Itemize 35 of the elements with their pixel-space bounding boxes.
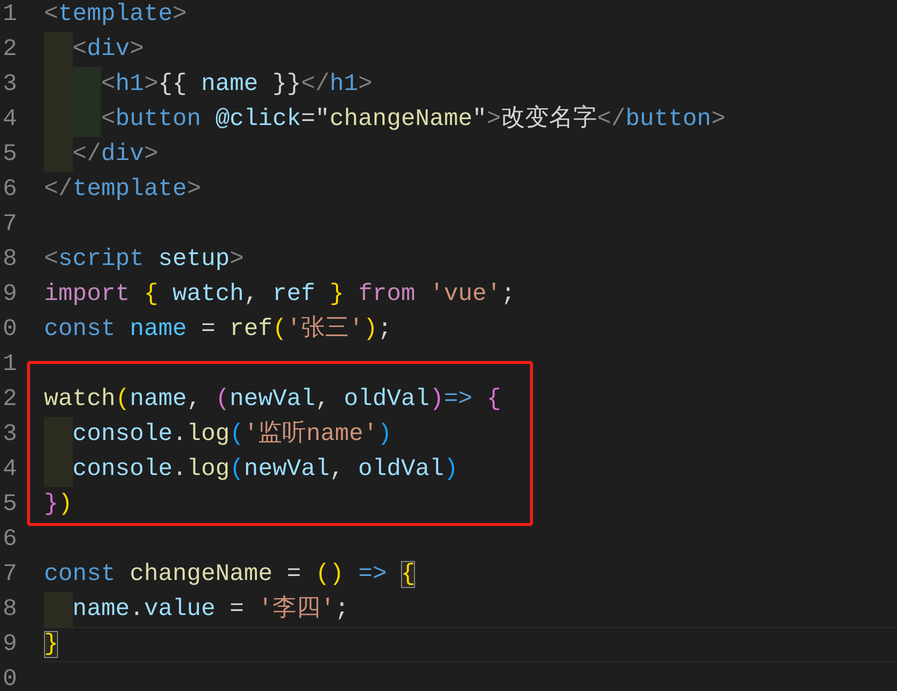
line-number: 9 bbox=[2, 280, 17, 310]
line-number: 7 bbox=[2, 210, 17, 240]
line-number: 9 bbox=[2, 630, 17, 660]
code-line: }) bbox=[44, 491, 73, 518]
line-number: 4 bbox=[2, 105, 17, 135]
code-line: </template> bbox=[44, 176, 202, 203]
code-line: </div> bbox=[72, 141, 158, 168]
line-number: 2 bbox=[2, 35, 17, 65]
code-line: watch(name, (newVal, oldVal)=> { bbox=[44, 386, 501, 413]
code-line: import { watch, ref } from 'vue'; bbox=[44, 281, 516, 308]
code-line: <template> bbox=[44, 1, 187, 28]
line-number: 3 bbox=[2, 70, 17, 100]
code-line: <h1>{{ name }}</h1> bbox=[101, 71, 372, 98]
line-number: 5 bbox=[2, 490, 17, 520]
line-number: 0 bbox=[2, 315, 17, 345]
line-number: 2 bbox=[2, 385, 17, 415]
code-line: <div> bbox=[72, 36, 144, 63]
line-number: 1 bbox=[2, 350, 17, 380]
line-number: 1 bbox=[2, 0, 17, 30]
code-line: console.log(newVal, oldVal) bbox=[72, 456, 458, 483]
line-number: 7 bbox=[2, 560, 17, 590]
line-number: 0 bbox=[2, 665, 17, 691]
line-number: 6 bbox=[2, 175, 17, 205]
code-line: const changeName = () => { bbox=[44, 561, 416, 588]
code-line: <button @click="changeName">改变名字</button> bbox=[101, 106, 726, 133]
line-number: 8 bbox=[2, 595, 17, 625]
line-number: 6 bbox=[2, 525, 17, 555]
line-number: 4 bbox=[2, 455, 17, 485]
code-line: const name = ref('张三'); bbox=[44, 316, 392, 343]
code-line: <script setup> bbox=[44, 246, 244, 273]
code-line: console.log('监听name') bbox=[72, 421, 392, 448]
line-number: 3 bbox=[2, 420, 17, 450]
line-number: 5 bbox=[2, 140, 17, 170]
line-number: 8 bbox=[2, 245, 17, 275]
code-line: name.value = '李四'; bbox=[72, 596, 350, 623]
